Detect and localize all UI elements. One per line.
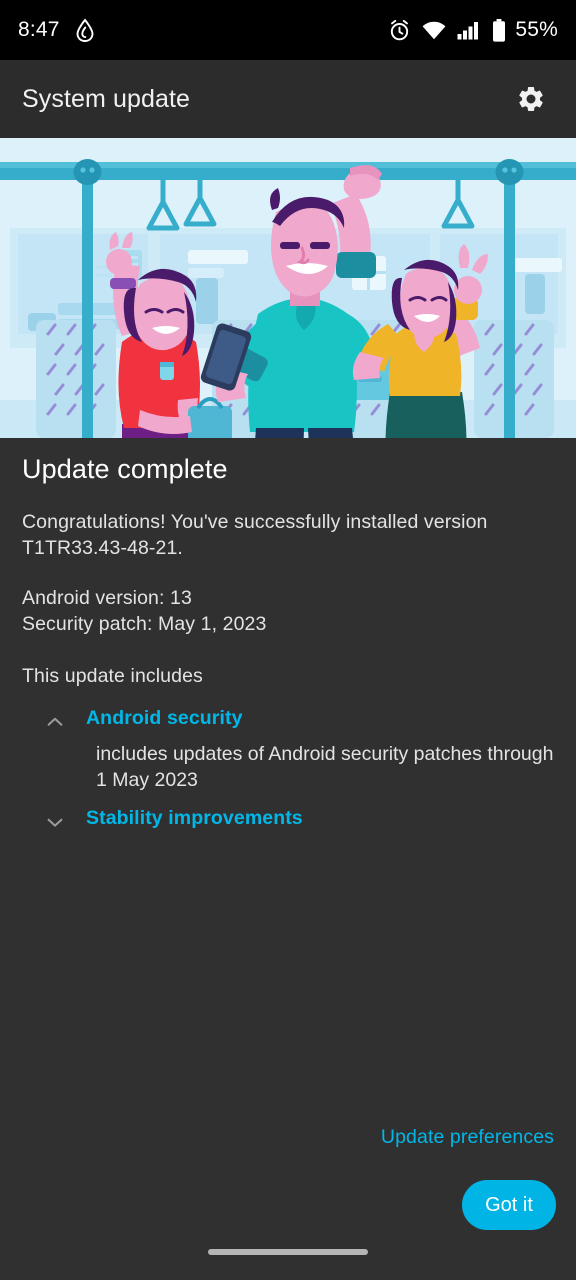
got-it-button[interactable]: Got it: [462, 1180, 556, 1230]
accordion-header-android-security[interactable]: Android security: [44, 701, 554, 739]
gear-icon: [519, 87, 543, 111]
battery-icon: [493, 18, 506, 42]
water-drop-icon: [76, 18, 94, 42]
cellular-signal-icon: [457, 21, 479, 39]
update-includes-label: This update includes: [22, 665, 203, 687]
accordion-item-android-security: Android security includes updates of And…: [44, 701, 554, 793]
page-title: System update: [22, 84, 191, 113]
congratulations-text: Congratulations! You've successfully ins…: [22, 511, 488, 559]
update-details-accordion: Android security includes updates of And…: [22, 701, 554, 839]
chevron-down-icon: [47, 818, 63, 827]
status-bar-clock: 8:47: [18, 18, 60, 41]
app-bar: System update: [0, 60, 576, 138]
accordion-title-stability-improvements: Stability improvements: [86, 807, 303, 829]
accordion-title-android-security: Android security: [86, 707, 243, 729]
update-preferences-link[interactable]: Update preferences: [381, 1126, 554, 1149]
main-content: Update complete Congratulations! You've …: [0, 438, 576, 847]
home-gesture-pill[interactable]: [208, 1249, 368, 1255]
status-bar: 8:47 55%: [0, 0, 576, 60]
chevron-up-icon: [47, 717, 63, 726]
wifi-icon: [422, 21, 446, 39]
people-celebrating-on-train-illustration: [0, 138, 576, 438]
navigation-bar: [0, 1236, 576, 1280]
version-info: Android version: 13 Security patch: May …: [22, 585, 554, 637]
settings-button[interactable]: [508, 76, 554, 122]
accordion-header-stability-improvements[interactable]: Stability improvements: [44, 801, 554, 839]
security-patch-text: Security patch: May 1, 2023: [22, 613, 267, 635]
hero-illustration: [0, 138, 576, 438]
android-version-text: Android version: 13: [22, 587, 192, 609]
system-update-screen: 8:47 55% System update Update complete C…: [0, 0, 576, 1280]
accordion-body-android-security: includes updates of Android security pat…: [96, 743, 554, 791]
battery-percent-label: 55%: [515, 18, 558, 41]
status-bar-right: 55%: [388, 18, 558, 42]
accordion-item-stability-improvements: Stability improvements: [44, 801, 554, 839]
status-bar-left: 8:47: [18, 18, 96, 42]
update-complete-heading: Update complete: [22, 454, 228, 484]
alarm-icon: [391, 19, 409, 40]
